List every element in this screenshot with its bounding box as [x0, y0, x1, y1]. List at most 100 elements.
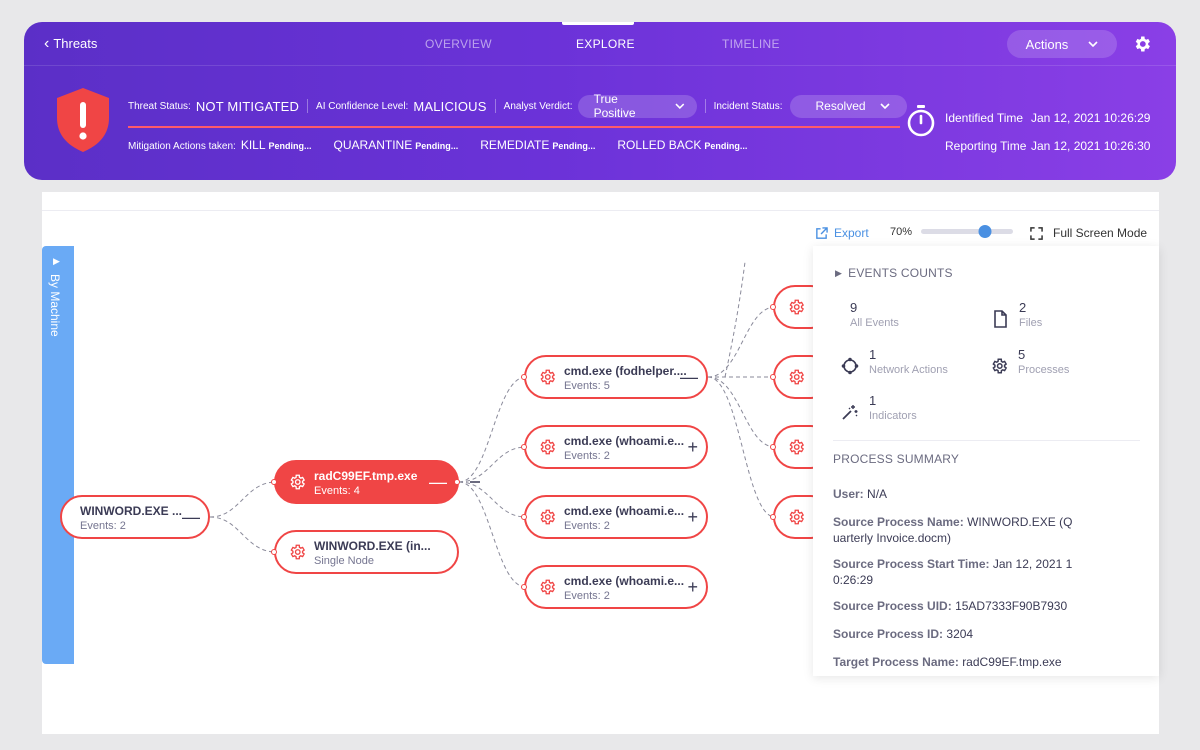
node-title: cmd.exe (whoami.e...: [564, 434, 685, 448]
collapse-button[interactable]: —: [680, 365, 698, 389]
divider: [307, 99, 309, 113]
zoom-slider[interactable]: [921, 225, 1013, 238]
node-title: cmd.exe (fodhelper....: [564, 364, 687, 378]
top-nav-bar: ‹ Threats OVERVIEW EXPLORE TIMELINE Acti…: [24, 22, 1176, 66]
threat-header: ‹ Threats OVERVIEW EXPLORE TIMELINE Acti…: [24, 22, 1176, 180]
stopwatch-icon: [907, 105, 935, 137]
summary-source-process-id: Source Process ID: 3204: [833, 627, 974, 641]
process-node-winword[interactable]: WINWORD.EXE ... Events: 2 —: [60, 495, 210, 539]
process-node-cmd-whoami[interactable]: cmd.exe (whoami.e... Events: 2 +: [524, 425, 708, 469]
tab-timeline[interactable]: TIMELINE: [722, 37, 780, 51]
zoom-slider-handle[interactable]: [978, 225, 992, 238]
analyst-verdict-dropdown[interactable]: True Positive: [577, 92, 697, 120]
triangle-right-icon: ▶: [53, 256, 60, 266]
stat-count: 5: [1018, 347, 1026, 362]
process-node-cmd-whoami[interactable]: cmd.exe (whoami.e... Events: 2 +: [524, 565, 708, 609]
network-icon: [841, 357, 859, 375]
export-label: Export: [834, 226, 869, 240]
process-node-radc99ef[interactable]: radC99EF.tmp.exe Events: 4 —: [274, 460, 459, 504]
expand-button[interactable]: +: [687, 505, 698, 529]
node-subtitle: Events: 5: [564, 380, 610, 392]
details-panel: ▶ EVENTS COUNTS 9 All Events 2 Files 1 Netw…: [813, 246, 1159, 676]
gear-icon: [540, 369, 556, 385]
gear-icon: [540, 579, 556, 595]
collapse-button[interactable]: —: [182, 505, 200, 529]
tab-explore[interactable]: EXPLORE: [576, 37, 635, 51]
stat-count: 9: [850, 300, 858, 315]
zoom-level-label: 70%: [890, 226, 913, 238]
node-port: [770, 444, 776, 450]
process-node-cmd-whoami[interactable]: cmd.exe (whoami.e... Events: 2 +: [524, 495, 708, 539]
fullscreen-label: Full Screen Mode: [1053, 226, 1148, 240]
mitigation-remediate: REMEDIATE Pending...: [480, 138, 596, 152]
stat-count: 2: [1019, 300, 1027, 315]
node-title: cmd.exe (whoami.e...: [564, 504, 685, 518]
stat-network-actions[interactable]: 1 Network Actions: [841, 347, 948, 376]
gear-icon: [789, 439, 805, 455]
gear-icon: [290, 544, 306, 560]
threat-times: Identified Time Jan 12, 2021 10:26:29 Rep…: [945, 104, 1150, 160]
divider: [704, 99, 706, 113]
divider: [833, 440, 1140, 441]
node-port: [271, 479, 277, 485]
expand-button[interactable]: +: [687, 575, 698, 599]
export-button[interactable]: Export: [815, 224, 869, 242]
incident-status-value: Resolved: [815, 99, 866, 113]
summary-source-process-name: Source Process Name: WINWORD.EXE (Quarte…: [833, 515, 1073, 545]
node-port: [521, 584, 527, 590]
file-icon: [994, 310, 1007, 328]
process-node-winword-single[interactable]: WINWORD.EXE (in... Single Node: [274, 530, 459, 574]
collapse-button[interactable]: —: [429, 470, 447, 494]
back-to-threats-link[interactable]: ‹ Threats: [44, 34, 98, 52]
chevron-down-icon: [879, 103, 890, 109]
stat-label: Processes: [1018, 364, 1070, 376]
node-subtitle: Events: 2: [564, 590, 610, 602]
events-counts-toggle[interactable]: ▶ EVENTS COUNTS: [835, 266, 953, 280]
chevron-down-icon: [1088, 41, 1098, 47]
stat-all-events[interactable]: 9 All Events: [850, 300, 899, 329]
process-node-cmd-fodhelper[interactable]: cmd.exe (fodhelper.... Events: 5 —: [524, 355, 708, 399]
chevron-left-icon: ‹: [44, 34, 50, 52]
mitigation-label: Mitigation Actions taken:: [128, 141, 236, 152]
settings-gear-icon[interactable]: [1132, 34, 1152, 54]
threat-status-value: NOT MITIGATED: [195, 98, 300, 114]
by-machine-side-tab[interactable]: ▶ By Machine: [42, 246, 74, 664]
node-title: WINWORD.EXE (in...: [314, 539, 431, 553]
node-port: [770, 304, 776, 310]
stat-label: Network Actions: [869, 364, 948, 376]
node-subtitle: Events: 2: [80, 520, 126, 532]
node-port: [271, 549, 277, 555]
node-title: radC99EF.tmp.exe: [314, 469, 418, 483]
threat-status-label: Threat Status:: [128, 100, 191, 112]
summary-user: User: N/A: [833, 487, 888, 501]
analyst-verdict-value: True Positive: [593, 92, 636, 120]
triangle-right-icon: ▶: [835, 267, 843, 278]
side-tab-label: By Machine: [48, 274, 62, 337]
fullscreen-icon: [1030, 226, 1043, 240]
stat-count: 1: [869, 347, 877, 362]
tab-overview[interactable]: OVERVIEW: [425, 37, 492, 51]
back-label: Threats: [53, 36, 98, 51]
summary-target-process-name: Target Process Name: radC99EF.tmp.exe: [833, 655, 1062, 669]
node-port: [770, 514, 776, 520]
incident-status-dropdown[interactable]: Resolved: [789, 94, 907, 118]
process-summary-heading: PROCESS SUMMARY: [833, 452, 960, 466]
chevron-down-icon: [675, 103, 685, 109]
node-port: [521, 444, 527, 450]
actions-dropdown[interactable]: Actions: [1007, 30, 1117, 58]
node-subtitle: Events: 2: [564, 520, 610, 532]
gear-icon: [992, 358, 1008, 374]
expand-button[interactable]: +: [687, 435, 698, 459]
stat-files[interactable]: 2 Files: [991, 300, 1042, 329]
node-port: [770, 374, 776, 380]
fullscreen-button[interactable]: Full Screen Mode: [1030, 224, 1147, 242]
gear-icon: [540, 439, 556, 455]
stat-count: 1: [869, 393, 877, 408]
node-subtitle: Events: 4: [314, 485, 360, 497]
reporting-time-value: Jan 12, 2021 10:26:30: [1031, 139, 1151, 153]
stat-indicators[interactable]: 1 Indicators: [841, 393, 917, 422]
actions-label: Actions: [1025, 36, 1069, 52]
identified-time-value: Jan 12, 2021 10:26:29: [1031, 111, 1151, 125]
events-counts-heading: EVENTS COUNTS: [848, 266, 953, 280]
stat-processes[interactable]: 5 Processes: [990, 347, 1069, 376]
